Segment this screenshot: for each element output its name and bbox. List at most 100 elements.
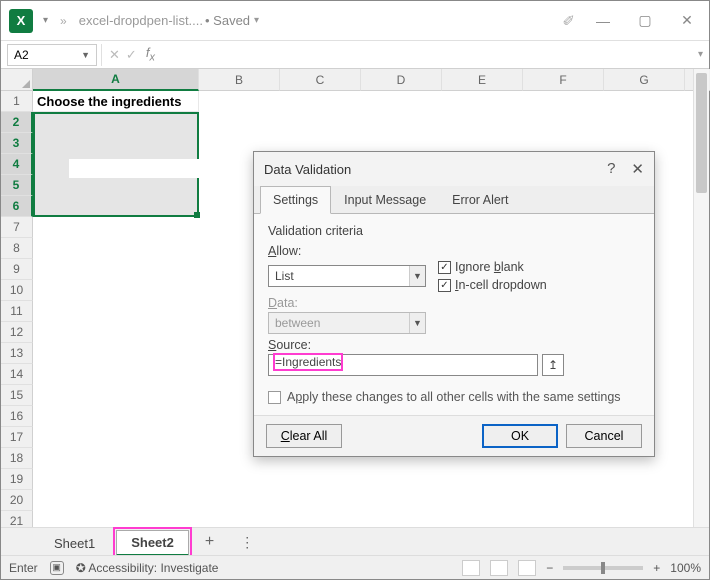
clear-all-button[interactable]: Clear All (266, 424, 342, 448)
minimize-button[interactable]: — (589, 13, 617, 29)
row-header[interactable]: 10 (1, 280, 33, 301)
chevron-down-icon: ▼ (409, 266, 425, 286)
row-header[interactable]: 19 (1, 469, 33, 490)
column-header[interactable]: F (523, 69, 604, 91)
insert-function-icon[interactable]: fx (146, 45, 155, 64)
row-header[interactable]: 12 (1, 322, 33, 343)
sheet-more-button[interactable]: ⋮ (230, 530, 264, 555)
row-header[interactable]: 8 (1, 238, 33, 259)
macro-record-icon[interactable]: ▣ (50, 561, 64, 575)
sheet-tab-sheet1[interactable]: Sheet1 (39, 531, 110, 556)
row-header[interactable]: 14 (1, 364, 33, 385)
column-header[interactable]: C (280, 69, 361, 91)
row-header[interactable]: 1 (1, 91, 33, 112)
allow-dropdown[interactable]: List ▼ (268, 265, 426, 287)
name-box-value: A2 (14, 48, 29, 62)
source-value: =Ingredients (275, 355, 341, 369)
title-bar: X ▾ » excel-dropdpen-list.... • Saved ▾ … (1, 1, 709, 41)
dialog-title: Data Validation (264, 162, 351, 177)
column-header[interactable]: A (33, 69, 199, 91)
data-dropdown: between ▼ (268, 312, 426, 334)
ok-button[interactable]: OK (482, 424, 558, 448)
cell-a1[interactable]: Choose the ingredients (33, 91, 199, 112)
zoom-out-button[interactable]: − (546, 561, 553, 575)
row-header[interactable]: 4 (1, 154, 33, 175)
formula-input[interactable] (159, 44, 694, 66)
excel-app-icon: X (9, 9, 33, 33)
column-header[interactable]: G (604, 69, 685, 91)
apply-to-all-checkbox[interactable]: Apply these changes to all other cells w… (268, 390, 640, 404)
row-header[interactable]: 11 (1, 301, 33, 322)
row-header[interactable]: 2 (1, 112, 33, 133)
format-painter-icon[interactable]: ✐ (562, 12, 575, 30)
accessibility-status[interactable]: ✪ Accessibility: Investigate (76, 561, 219, 575)
ignore-blank-checkbox[interactable]: ✓Ignore blank (438, 260, 547, 274)
status-bar: Enter ▣ ✪ Accessibility: Investigate − +… (1, 555, 709, 579)
dialog-body: Validation criteria Allow: List ▼ ✓Ignor… (254, 214, 654, 415)
sheet-tab-bar: Sheet1 Sheet2 + ⋮ (1, 527, 709, 555)
incell-dropdown-checkbox[interactable]: ✓In-cell dropdown (438, 278, 547, 292)
tab-error-alert[interactable]: Error Alert (439, 186, 521, 213)
name-box-dropdown-icon[interactable]: ▼ (81, 50, 90, 60)
expand-formula-bar-icon[interactable]: ▾ (698, 49, 703, 60)
row-headers[interactable]: 1 2 3 4 5 6 7 8 9 10 11 12 13 14 15 16 1… (1, 91, 33, 532)
document-filename: excel-dropdpen-list.... (79, 13, 203, 28)
column-header[interactable]: E (442, 69, 523, 91)
range-picker-button[interactable]: ↥ (542, 354, 564, 376)
row-header[interactable]: 16 (1, 406, 33, 427)
data-validation-dialog: Data Validation ? ✕ Settings Input Messa… (253, 151, 655, 457)
page-layout-view-button[interactable] (490, 560, 508, 576)
tab-input-message[interactable]: Input Message (331, 186, 439, 213)
source-label: Source: (268, 338, 640, 352)
column-header[interactable]: B (199, 69, 280, 91)
data-value: between (275, 316, 320, 330)
row-header[interactable]: 3 (1, 133, 33, 154)
zoom-in-button[interactable]: + (653, 561, 660, 575)
more-commands-icon[interactable]: » (60, 14, 67, 28)
allow-label: Allow: (268, 244, 640, 258)
status-mode: Enter (9, 561, 38, 575)
save-status: • Saved (205, 13, 250, 28)
confirm-edit-icon[interactable]: ✓ (126, 47, 137, 63)
allow-value: List (275, 269, 294, 283)
cancel-edit-icon[interactable]: ✕ (109, 47, 120, 63)
row-header[interactable]: 5 (1, 175, 33, 196)
page-break-view-button[interactable] (518, 560, 536, 576)
validation-criteria-label: Validation criteria (268, 224, 640, 238)
row-header[interactable]: 20 (1, 490, 33, 511)
dialog-titlebar[interactable]: Data Validation ? ✕ (254, 152, 654, 186)
new-sheet-button[interactable]: + (195, 529, 224, 555)
tab-settings[interactable]: Settings (260, 186, 331, 214)
dialog-help-button[interactable]: ? (607, 160, 615, 178)
row-header[interactable]: 7 (1, 217, 33, 238)
close-button[interactable]: ✕ (673, 12, 701, 29)
data-label: Data: (268, 296, 640, 310)
vertical-scrollbar[interactable] (693, 69, 709, 539)
column-header[interactable]: D (361, 69, 442, 91)
select-all-corner[interactable] (1, 69, 33, 91)
row-header[interactable]: 6 (1, 196, 33, 217)
column-headers[interactable]: A B C D E F G H (33, 69, 693, 91)
quick-access-dropdown-icon[interactable]: ▾ (43, 15, 48, 26)
zoom-slider[interactable] (563, 566, 643, 570)
title-dropdown-icon[interactable]: ▾ (254, 15, 259, 26)
maximize-button[interactable]: ▢ (631, 12, 659, 29)
zoom-level[interactable]: 100% (670, 561, 701, 575)
row-header[interactable]: 18 (1, 448, 33, 469)
apply-label: Apply these changes to all other cells w… (287, 390, 621, 404)
dialog-tabs: Settings Input Message Error Alert (254, 186, 654, 214)
row-header[interactable]: 15 (1, 385, 33, 406)
source-input[interactable]: =Ingredients (268, 354, 538, 376)
row-header[interactable]: 17 (1, 427, 33, 448)
formula-bar: A2 ▼ ✕ ✓ fx ▾ (1, 41, 709, 69)
window-controls: ✐ — ▢ ✕ (562, 12, 701, 30)
scrollbar-thumb[interactable] (696, 73, 707, 193)
chevron-down-icon: ▼ (409, 313, 425, 333)
row-header[interactable]: 13 (1, 343, 33, 364)
cancel-button[interactable]: Cancel (566, 424, 642, 448)
row-header[interactable]: 9 (1, 259, 33, 280)
dialog-close-button[interactable]: ✕ (631, 160, 644, 178)
normal-view-button[interactable] (462, 560, 480, 576)
name-box[interactable]: A2 ▼ (7, 44, 97, 66)
sheet-tab-sheet2[interactable]: Sheet2 (116, 530, 189, 556)
